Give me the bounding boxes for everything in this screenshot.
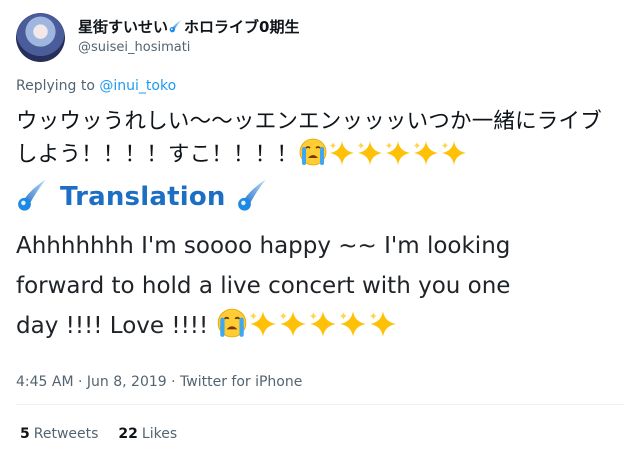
comet-icon bbox=[236, 176, 270, 218]
crying-face-emoji bbox=[298, 137, 328, 176]
tweet-stats: 5 Retweets 22 Likes bbox=[20, 424, 177, 444]
sparkles-emoji bbox=[412, 139, 440, 176]
translation-label: Translation bbox=[60, 182, 226, 212]
sparkles-emoji bbox=[328, 139, 356, 176]
meta-separator: · bbox=[73, 374, 87, 390]
replying-to: Replying to @inui_toko bbox=[16, 76, 176, 96]
en-line-3: day !!!! Love !!!! bbox=[16, 306, 616, 352]
likes-count: 22 bbox=[118, 426, 138, 442]
jp-line-1: ウッウッうれしい〜〜ッエンエンッッッいつか一緒にライブ bbox=[16, 109, 602, 134]
handle[interactable]: @suisei_hosimati bbox=[78, 39, 299, 57]
meta-separator: · bbox=[166, 374, 181, 390]
translation-header: Translation bbox=[16, 176, 270, 218]
en-line-2: forward to hold a live concert with you … bbox=[16, 273, 511, 299]
retweets-count: 5 bbox=[20, 426, 30, 442]
jp-line-2-text: しよう！！！！すこ！！！！ bbox=[16, 142, 299, 167]
sparkles-emoji bbox=[368, 309, 398, 352]
display-name-text: 星街すいせい bbox=[78, 18, 169, 36]
tweet-header: 星街すいせい ホロライブ0期生 @suisei_hosimati bbox=[16, 12, 299, 62]
sparkles-emoji bbox=[384, 139, 412, 176]
avatar[interactable] bbox=[16, 12, 65, 62]
tweet-text-en: Ahhhhhhh I'm soooo happy ~~ I'm looking … bbox=[16, 226, 616, 352]
display-name[interactable]: 星街すいせい ホロライブ0期生 bbox=[78, 17, 299, 39]
sparkles-emoji bbox=[308, 309, 338, 352]
likes-label: Likes bbox=[141, 426, 178, 442]
author-names: 星街すいせい ホロライブ0期生 @suisei_hosimati bbox=[78, 17, 299, 57]
en-line-3-text: day !!!! Love !!!! bbox=[16, 313, 209, 339]
tweet-date[interactable]: Jun 8, 2019 bbox=[87, 374, 167, 390]
tweet-text-jp: ウッウッうれしい〜〜ッエンエンッッッいつか一緒にライブ しよう！！！！すこ！！！… bbox=[16, 106, 624, 176]
tweet-meta: 4:45 AM · Jun 8, 2019 · Twitter for iPho… bbox=[16, 372, 302, 392]
jp-line-2: しよう！！！！すこ！！！！ bbox=[16, 137, 624, 176]
tweet-time[interactable]: 4:45 AM bbox=[16, 374, 74, 390]
tweet-client[interactable]: Twitter for iPhone bbox=[180, 374, 302, 390]
en-line-1: Ahhhhhhh I'm soooo happy ~~ I'm looking bbox=[16, 233, 511, 259]
comet-icon bbox=[16, 176, 50, 218]
replying-prefix: Replying to bbox=[16, 78, 95, 94]
retweets-label: Retweets bbox=[33, 426, 99, 442]
sparkles-emoji bbox=[338, 309, 368, 352]
sparkles-emoji bbox=[248, 309, 278, 352]
crying-face-emoji bbox=[216, 307, 248, 352]
retweets-stat[interactable]: 5 Retweets bbox=[20, 424, 98, 444]
sparkles-emoji bbox=[278, 309, 308, 352]
comet-icon bbox=[168, 18, 184, 39]
likes-stat[interactable]: 22 Likes bbox=[118, 424, 177, 444]
divider bbox=[16, 404, 624, 405]
tweet-card: 星街すいせい ホロライブ0期生 @suisei_hosimati Replying… bbox=[0, 0, 640, 461]
sparkles-emoji bbox=[440, 139, 468, 176]
sparkles-emoji bbox=[356, 139, 384, 176]
reply-target-link[interactable]: @inui_toko bbox=[99, 78, 176, 94]
display-name-suffix: ホロライブ0期生 bbox=[184, 18, 300, 36]
